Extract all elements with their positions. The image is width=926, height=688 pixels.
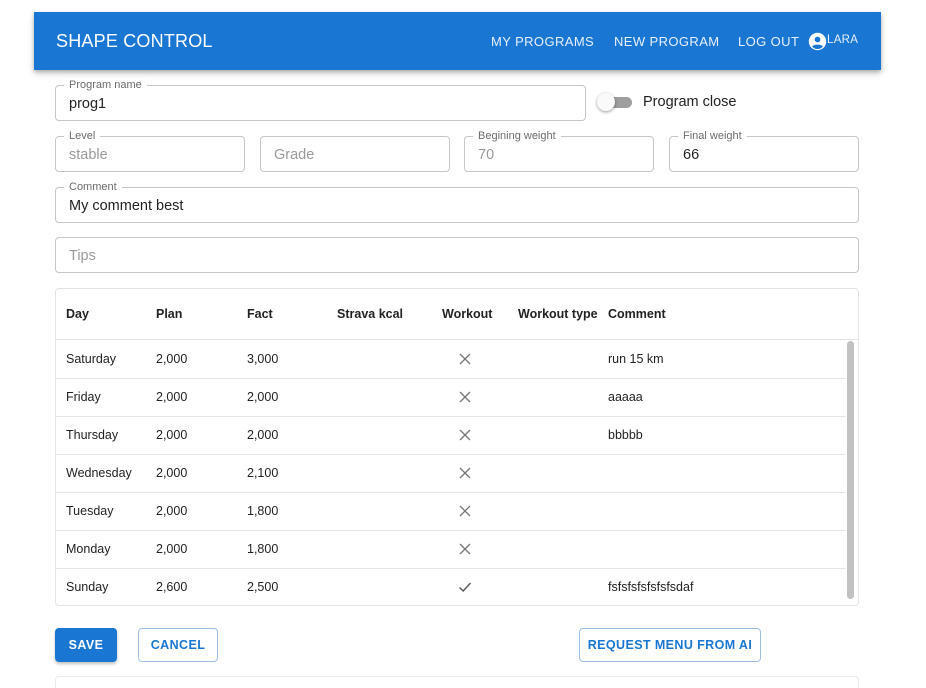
app-bar: SHAPE CONTROL MY PROGRAMS NEW PROGRAM LO… [34, 12, 881, 70]
comment-field[interactable]: Comment My comment best [55, 181, 859, 223]
cell-fact: 1,800 [247, 504, 279, 518]
col-workout[interactable]: Workout [442, 307, 492, 321]
program-name-label: Program name [64, 79, 147, 92]
save-button[interactable]: SAVE [55, 628, 117, 662]
tips-placeholder[interactable]: Tips [69, 248, 96, 264]
cell-fact: 3,000 [247, 352, 279, 366]
col-fact[interactable]: Fact [247, 307, 273, 321]
grade-placeholder[interactable]: Grade [274, 147, 314, 163]
cell-fact: 2,000 [247, 390, 279, 404]
days-table: Day Plan Fact Strava kcal Workout Workou… [55, 288, 859, 606]
final-weight-label: Final weight [678, 130, 747, 143]
check-icon [459, 582, 472, 592]
cell-day: Tuesday [66, 504, 114, 518]
switch-knob[interactable] [597, 93, 615, 111]
col-workout-type[interactable]: Workout type [518, 307, 598, 321]
cell-plan: 2,000 [156, 428, 188, 442]
col-strava-kcal[interactable]: Strava kcal [337, 307, 403, 321]
program-name-field[interactable]: Program name prog1 [55, 79, 586, 121]
comment-value[interactable]: My comment best [69, 198, 183, 214]
close-icon [459, 543, 471, 555]
cell-plan: 2,000 [156, 466, 188, 480]
cell-fact: 2,000 [247, 428, 279, 442]
cell-day: Friday [66, 390, 101, 404]
col-day[interactable]: Day [66, 307, 89, 321]
table-header: Day Plan Fact Strava kcal Workout Workou… [56, 289, 858, 340]
table-row[interactable]: Monday 2,000 1,800 [56, 530, 846, 569]
app-title[interactable]: SHAPE CONTROL [56, 31, 213, 52]
table-row[interactable]: Saturday 2,000 3,000 run 15 km [56, 340, 846, 379]
cell-fact: 2,100 [247, 466, 279, 480]
begining-weight-value[interactable]: 70 [478, 147, 494, 163]
cell-plan: 2,000 [156, 390, 188, 404]
nav-my-programs[interactable]: MY PROGRAMS [491, 34, 594, 49]
request-menu-from-ai-button[interactable]: REQUEST MENU FROM AI [579, 628, 761, 662]
user-name[interactable]: LARA [827, 34, 858, 46]
cell-day: Thursday [66, 428, 119, 442]
level-field[interactable]: Level stable [55, 130, 245, 172]
cell-plan: 2,600 [156, 580, 188, 594]
close-icon [459, 391, 471, 403]
cancel-button[interactable]: CANCEL [138, 628, 218, 662]
cell-plan: 2,000 [156, 504, 188, 518]
cell-day: Sunday [66, 580, 109, 594]
close-icon [459, 467, 471, 479]
cell-comment: run 15 km [608, 352, 664, 366]
cell-fact: 2,500 [247, 580, 279, 594]
cell-comment: aaaaa [608, 390, 643, 404]
cell-fact: 1,800 [247, 542, 279, 556]
tips-field[interactable]: Tips [55, 237, 859, 273]
cell-comment: bbbbb [608, 428, 643, 442]
cell-day: Monday [66, 542, 111, 556]
table-row[interactable]: Tuesday 2,000 1,800 [56, 492, 846, 531]
nav-log-out[interactable]: LOG OUT [738, 34, 799, 49]
nav-new-program[interactable]: NEW PROGRAM [614, 34, 720, 49]
program-close-label: Program close [643, 94, 737, 110]
close-icon [459, 429, 471, 441]
cell-plan: 2,000 [156, 352, 188, 366]
table-row[interactable]: Sunday 2,600 2,500 fsfsfsfsfsfsfsdaf [56, 568, 846, 605]
level-label: Level [64, 130, 101, 143]
final-weight-field[interactable]: Final weight 66 [669, 130, 859, 172]
grade-field[interactable]: Grade [260, 136, 450, 172]
cell-day: Saturday [66, 352, 117, 366]
account-circle-icon[interactable] [808, 32, 827, 51]
close-icon [459, 353, 471, 365]
cell-day: Wednesday [66, 466, 132, 480]
bottom-panel-edge [55, 676, 859, 688]
col-comment[interactable]: Comment [608, 307, 666, 321]
cell-comment: fsfsfsfsfsfsfsdaf [608, 580, 694, 594]
begining-weight-field[interactable]: Begining weight 70 [464, 130, 654, 172]
level-value[interactable]: stable [69, 147, 108, 163]
program-name-value[interactable]: prog1 [69, 96, 106, 112]
comment-label: Comment [64, 181, 122, 194]
table-row[interactable]: Wednesday 2,000 2,100 [56, 454, 846, 493]
close-icon [459, 505, 471, 517]
table-row[interactable]: Friday 2,000 2,000 aaaaa [56, 378, 846, 417]
final-weight-value[interactable]: 66 [683, 147, 699, 163]
table-row[interactable]: Thursday 2,000 2,000 bbbbb [56, 416, 846, 455]
cell-plan: 2,000 [156, 542, 188, 556]
col-plan[interactable]: Plan [156, 307, 182, 321]
begining-weight-label: Begining weight [473, 130, 561, 143]
table-scrollbar[interactable] [847, 341, 854, 599]
